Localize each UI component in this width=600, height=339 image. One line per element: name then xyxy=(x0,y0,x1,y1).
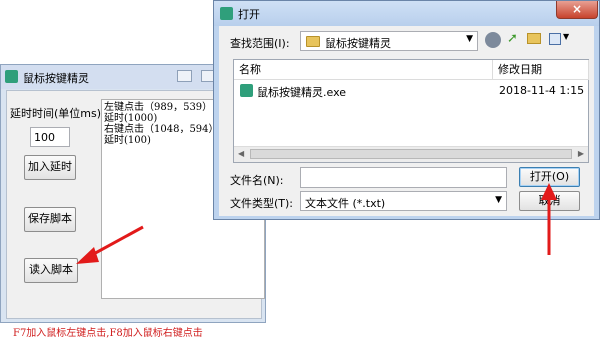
arrow-to-read-script xyxy=(89,225,144,258)
hotkey-hint: F7加入鼠标左键点击,F8加入鼠标右键点击 xyxy=(13,328,203,339)
annotation-arrows xyxy=(76,183,557,264)
arrow-head-open-button xyxy=(541,183,557,200)
arrow-head-read-script xyxy=(76,247,99,264)
